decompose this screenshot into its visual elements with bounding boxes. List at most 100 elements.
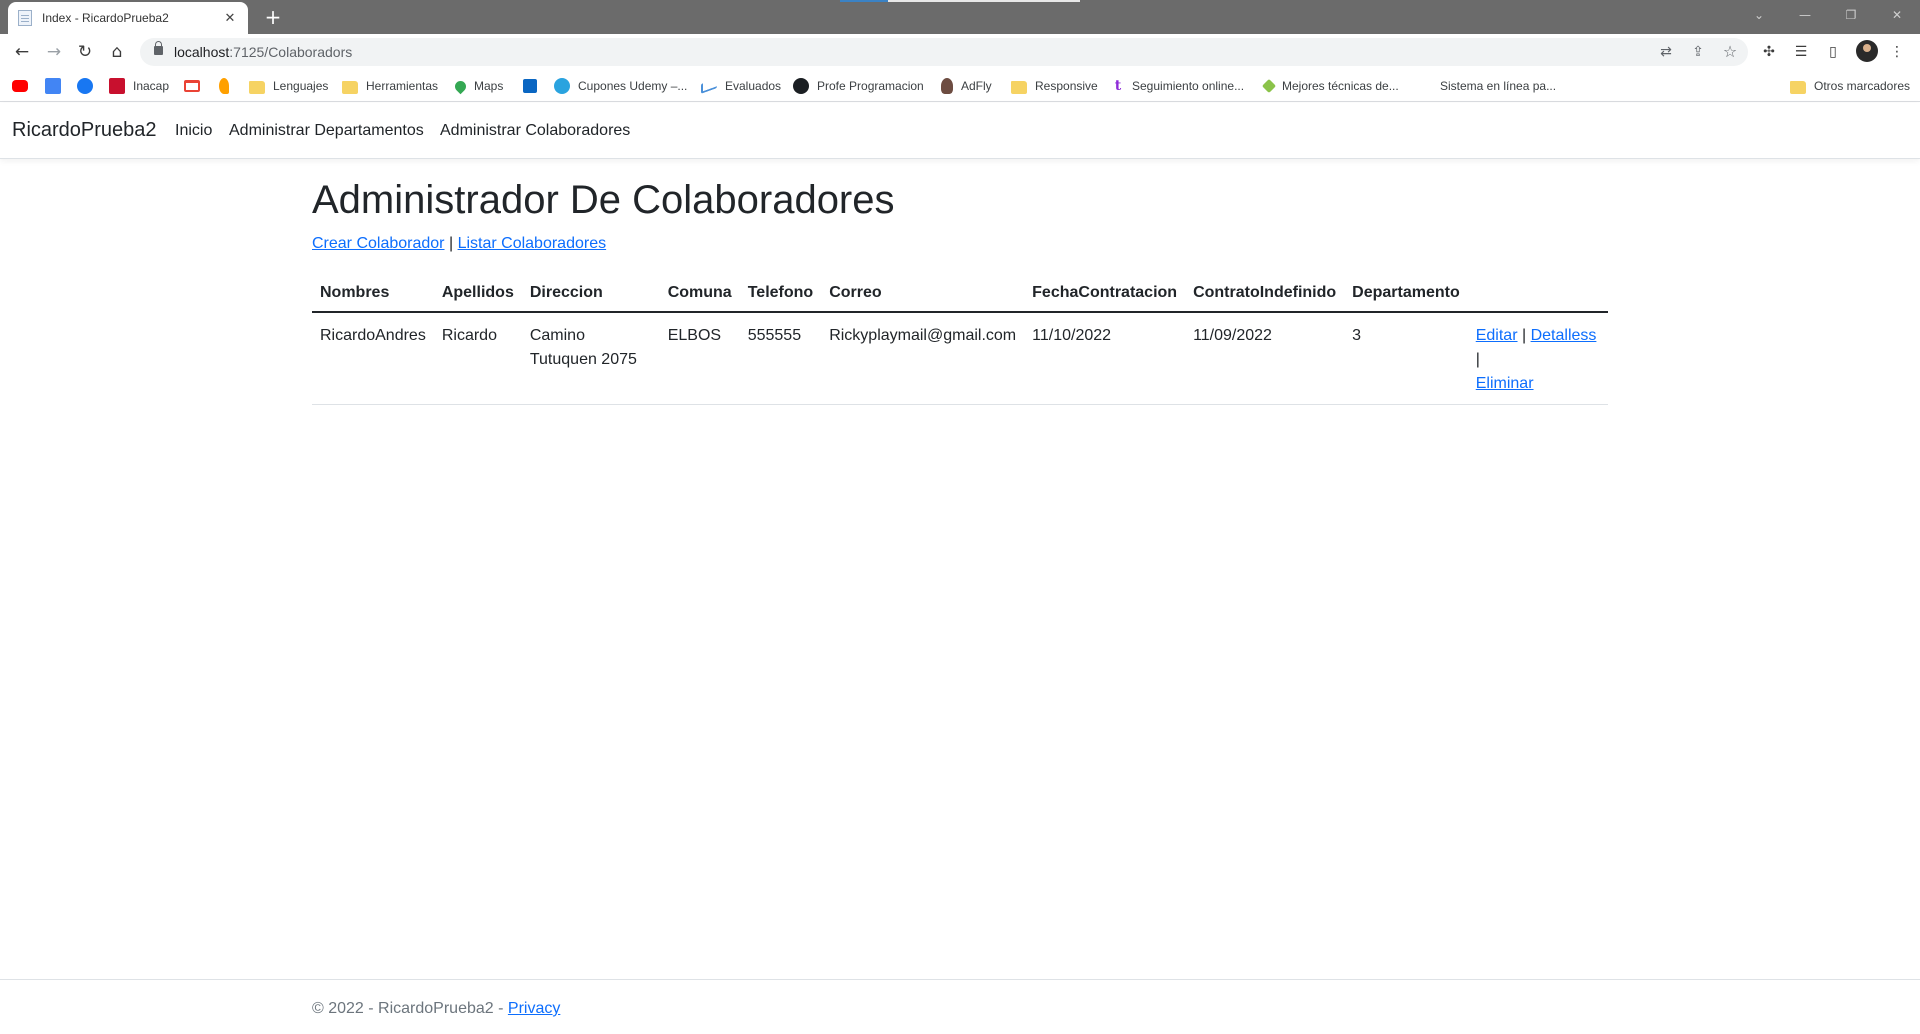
back-arrow-icon[interactable]: ← xyxy=(10,40,34,64)
table-row: RicardoAndres Ricardo Camino Tutuquen 20… xyxy=(312,312,1608,405)
cell-apellidos: Ricardo xyxy=(433,312,522,405)
bookmark-folder-responsive[interactable]: Responsive xyxy=(1011,77,1098,95)
site-navbar: RicardoPrueba2 Inicio Administrar Depart… xyxy=(0,103,1920,159)
details-link[interactable]: Detalless xyxy=(1531,327,1597,344)
bookmark-sistema-en-linea[interactable]: Sistema en línea pa... xyxy=(1440,77,1556,95)
bookmark-orange[interactable] xyxy=(219,77,237,95)
cell-direccion-line1: Camino xyxy=(529,327,585,344)
cell-comuna: ELBOS xyxy=(659,312,740,405)
side-panel-icon[interactable]: ▯ xyxy=(1822,41,1844,63)
bookmark-folder-lenguajes[interactable]: Lenguajes xyxy=(249,77,328,95)
nav-link-colaboradores[interactable]: Administrar Colaboradores xyxy=(440,122,630,140)
column-header-departamento: Departamento xyxy=(1344,276,1468,313)
bookmark-linkedin[interactable] xyxy=(523,77,545,95)
share-icon[interactable]: ⇪ xyxy=(1688,42,1708,62)
bookmark-maps[interactable]: Maps xyxy=(452,77,503,95)
bookmark-youtube[interactable] xyxy=(12,77,36,95)
cell-nombres: RicardoAndres xyxy=(312,312,434,405)
bookmark-folder-otros[interactable]: Otros marcadores xyxy=(1790,77,1910,95)
footer-text: © 2022 - RicardoPrueba2 - Privacy xyxy=(312,1000,560,1018)
action-separator: | xyxy=(1475,351,1480,368)
reading-list-icon[interactable]: ☰ xyxy=(1790,41,1812,63)
page-actions: Crear Colaborador | Listar Colaboradores xyxy=(312,235,606,253)
column-header-apellidos: Apellidos xyxy=(433,276,522,313)
delete-link[interactable]: Eliminar xyxy=(1476,375,1534,392)
bookmark-evaluados[interactable]: Evaluados xyxy=(701,77,781,95)
folder-icon xyxy=(249,80,265,94)
browser-tab-active[interactable]: Index - RicardoPrueba2 ✕ xyxy=(8,2,248,34)
forward-arrow-icon[interactable]: → xyxy=(42,40,66,64)
column-header-telefono: Telefono xyxy=(739,276,822,313)
cell-fecha-contratacion: 11/10/2022 xyxy=(1024,312,1186,405)
avatar[interactable] xyxy=(1856,40,1878,62)
create-colaborador-link[interactable]: Crear Colaborador xyxy=(312,235,445,252)
browser-tabstrip: Index - RicardoPrueba2 ✕ + ⌄ — ❐ ✕ xyxy=(0,0,1920,34)
nav-link-departamentos[interactable]: Administrar Departamentos xyxy=(229,122,424,140)
column-header-comuna: Comuna xyxy=(659,276,740,313)
browser-toolbar: ← → ↻ ⌂ localhost:7125/Colaboradors ⇄ ⇪ … xyxy=(0,34,1920,70)
bookmark-profe-programacion[interactable]: Profe Programacion xyxy=(793,77,924,95)
cell-correo: Rickyplaymail@gmail.com xyxy=(821,312,1025,405)
column-header-correo: Correo xyxy=(821,276,1025,313)
cell-direccion-line2: Tutuquen 2075 xyxy=(529,351,637,368)
action-separator: | xyxy=(1521,327,1527,344)
colaboradores-table: Nombres Apellidos Direccion Comuna Telef… xyxy=(312,276,1608,405)
kebab-menu-icon[interactable]: ⋮ xyxy=(1886,41,1908,63)
restore-button[interactable]: ❐ xyxy=(1828,0,1874,30)
link-separator: | xyxy=(448,235,454,252)
reload-icon[interactable]: ↻ xyxy=(73,40,97,64)
github-icon xyxy=(793,78,809,94)
address-bar[interactable]: localhost:7125/Colaboradors ⇄ ⇪ ☆ xyxy=(140,38,1748,66)
bookmark-adfly[interactable]: AdFly xyxy=(941,77,992,95)
bookmark-seguimiento[interactable]: t Seguimiento online... xyxy=(1112,77,1244,95)
edit-link[interactable]: Editar xyxy=(1476,327,1518,344)
close-window-button[interactable]: ✕ xyxy=(1874,0,1920,30)
star-icon[interactable]: ☆ xyxy=(1720,42,1740,62)
bookmark-folder-herramientas[interactable]: Herramientas xyxy=(342,77,438,95)
cell-telefono: 555555 xyxy=(739,312,822,405)
home-icon[interactable]: ⌂ xyxy=(105,40,129,64)
page-title: Administrador De Colaboradores xyxy=(312,178,895,222)
minimize-button[interactable]: — xyxy=(1782,0,1828,30)
window-controls: ⌄ — ❐ ✕ xyxy=(1736,0,1920,30)
tab-title: Index - RicardoPrueba2 xyxy=(42,11,169,25)
column-header-nombres: Nombres xyxy=(312,276,434,313)
nav-link-inicio[interactable]: Inicio xyxy=(175,122,212,140)
page-favicon-icon xyxy=(18,10,32,26)
tab-search-icon[interactable]: ⌄ xyxy=(1736,0,1782,30)
youtube-icon xyxy=(12,80,28,92)
bookmark-inacap[interactable]: Inacap xyxy=(109,77,169,95)
url-text[interactable]: localhost:7125/Colaboradors xyxy=(174,44,352,60)
list-colaboradores-link[interactable]: Listar Colaboradores xyxy=(458,235,607,252)
puzzle-icon[interactable]: ✣ xyxy=(1758,41,1780,63)
cell-departamento: 3 xyxy=(1344,312,1468,405)
bookmark-translate[interactable] xyxy=(45,77,69,95)
column-header-direccion: Direccion xyxy=(521,276,660,313)
chart-icon xyxy=(701,78,717,94)
column-header-contrato-indefinido: ContratoIndefinido xyxy=(1185,276,1345,313)
site-brand-link[interactable]: RicardoPrueba2 xyxy=(12,119,157,142)
tab-close-icon[interactable]: ✕ xyxy=(222,11,238,26)
linkedin-icon xyxy=(523,79,537,93)
new-tab-button[interactable]: + xyxy=(260,4,286,30)
lock-icon[interactable] xyxy=(154,41,163,55)
translate-icon xyxy=(45,78,61,94)
orange-icon xyxy=(219,78,229,94)
column-header-actions xyxy=(1467,276,1608,313)
bookmark-facebook[interactable] xyxy=(77,77,101,95)
bookmarks-bar: Inacap Lenguajes Herramientas Maps Cupon… xyxy=(0,70,1920,102)
translate-icon[interactable]: ⇄ xyxy=(1656,42,1676,62)
cell-direccion: Camino Tutuquen 2075 xyxy=(521,312,660,405)
privacy-link[interactable]: Privacy xyxy=(508,1000,560,1017)
cell-contrato-indefinido: 11/09/2022 xyxy=(1185,312,1345,405)
facebook-icon xyxy=(77,78,93,94)
folder-icon xyxy=(1790,80,1806,94)
adfly-icon xyxy=(941,78,953,94)
gmail-icon xyxy=(184,80,200,92)
bookmark-gmail[interactable] xyxy=(184,77,208,95)
bookmark-mejores-tecnicas[interactable]: Mejores técnicas de... xyxy=(1261,77,1399,95)
bookmark-cupones-udemy[interactable]: Cupones Udemy –... xyxy=(554,77,687,95)
table-header-row: Nombres Apellidos Direccion Comuna Telef… xyxy=(312,276,1608,313)
telegram-icon xyxy=(554,78,570,94)
tab-loading-indicator xyxy=(840,0,1080,2)
